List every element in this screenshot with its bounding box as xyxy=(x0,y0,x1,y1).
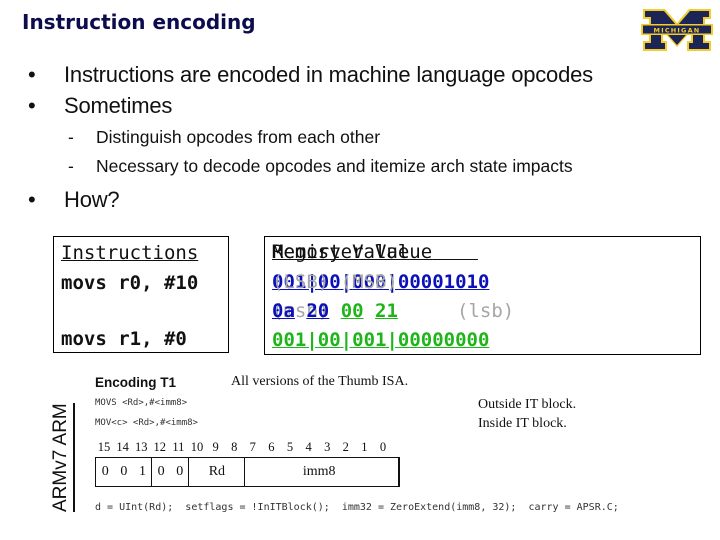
instructions-box: Instructions movs r0, #10 movs r1, #0 xyxy=(53,236,229,353)
bullet-glyph: • xyxy=(28,187,36,212)
instruction-line: movs r1, #0 xyxy=(61,328,187,350)
bit-number: 12 xyxy=(153,440,167,454)
syntax-line: MOV<c> <Rd>,#<imm8> xyxy=(95,418,198,428)
bit-number: 0 xyxy=(379,440,387,454)
bit-number: 5 xyxy=(286,440,294,454)
syntax-note: Inside IT block. xyxy=(478,416,567,431)
versions-note: All versions of the Thumb ISA. xyxy=(231,374,409,389)
bit-number: 3 xyxy=(324,440,331,454)
dash-glyph: - xyxy=(68,127,74,147)
syntax-note: Outside IT block. xyxy=(478,397,577,412)
bit-numbers: 15 14 13 12 11 10 9 8 7 6 5 4 3 2 1 0 xyxy=(95,440,405,454)
encoding-diagram: 15 14 13 12 11 10 9 8 7 6 5 4 3 2 1 0 0 0 1 0 0 Rd imm8 xyxy=(95,440,405,490)
encoding-field: 0 xyxy=(120,464,128,479)
bit-number: 9 xyxy=(212,440,219,454)
bit-number: 8 xyxy=(231,440,238,454)
slide-title: Instruction encoding xyxy=(22,10,256,34)
memory-value-header: Memory Value xyxy=(272,241,410,263)
encoding-field: 0 xyxy=(157,464,165,479)
bullet-glyph: • xyxy=(28,62,36,87)
bit-number: 15 xyxy=(97,440,111,454)
dash-glyph: - xyxy=(68,156,74,176)
bit-number: 10 xyxy=(190,440,204,454)
bit-number: 13 xyxy=(134,440,148,454)
encoding-field: 0 xyxy=(176,464,184,479)
bit-number: 6 xyxy=(268,440,275,454)
lsb-label: (lsb) xyxy=(457,300,515,322)
memory-byte: 00 xyxy=(340,300,364,322)
encoding-field: Rd xyxy=(208,464,226,479)
bit-number: 2 xyxy=(342,440,349,454)
bit-number: 14 xyxy=(116,440,129,454)
instructions-header: Instructions xyxy=(61,242,199,264)
memory-byte: 20 xyxy=(306,300,330,322)
memory-endianness-labels: (LSB) (MSB) xyxy=(272,271,398,293)
syntax-line: MOVS <Rd>,#<imm8> xyxy=(95,398,188,408)
bit-number: 1 xyxy=(361,440,368,454)
decode-pseudocode: d = UInt(Rd); setflags = !InITBlock(); i… xyxy=(95,502,619,513)
bit-number: 11 xyxy=(172,440,185,454)
memory-bytes: 0a 20 00 21 xyxy=(272,300,398,322)
encoding-field: 0 xyxy=(101,464,109,479)
logo-text: MICHIGAN xyxy=(654,26,701,34)
armv7-arm-label: ARMv7 ARM xyxy=(50,403,75,512)
bullet-glyph: • xyxy=(28,93,36,118)
bit-number: 4 xyxy=(305,440,312,454)
encoding-field: 1 xyxy=(138,464,146,479)
bit-number: 7 xyxy=(249,440,256,454)
instruction-line: movs r0, #10 xyxy=(61,272,199,294)
memory-byte: 21 xyxy=(375,300,398,322)
arm-reference-excerpt: Encoding T1 All versions of the Thumb IS… xyxy=(95,372,695,522)
michigan-logo: MICHIGAN xyxy=(641,9,713,51)
encoding-fields: 0 0 1 0 0 Rd imm8 xyxy=(95,457,400,487)
memory-byte: 0a xyxy=(272,300,295,322)
register-memory-box: Register Value Memory Value 001|00|000|0… xyxy=(264,236,701,355)
encoding-title: Encoding T1 xyxy=(95,375,176,390)
encoding-field: imm8 xyxy=(302,464,336,479)
register-value-r1: 001|00|001|00000000 xyxy=(272,329,490,351)
